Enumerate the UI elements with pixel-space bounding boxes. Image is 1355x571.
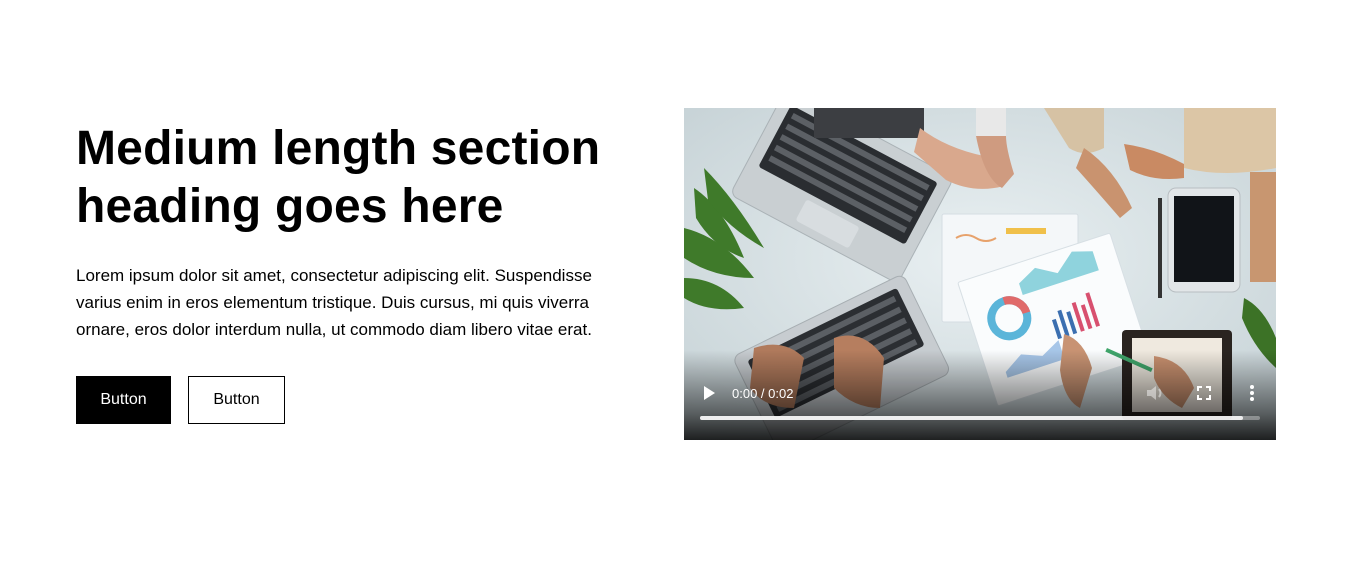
button-group: Button Button: [76, 376, 285, 424]
text-column: Medium length section heading goes here …: [76, 120, 636, 343]
video-player[interactable]: 0:00 / 0:02: [684, 108, 1276, 440]
more-vert-icon[interactable]: [1246, 384, 1258, 402]
fullscreen-icon[interactable]: [1196, 384, 1212, 402]
primary-button[interactable]: Button: [76, 376, 171, 424]
section-body-text: Lorem ipsum dolor sit amet, consectetur …: [76, 266, 592, 339]
play-icon[interactable]: [700, 384, 718, 402]
time-display: 0:00 / 0:02: [732, 385, 794, 401]
progress-fill: [700, 416, 1244, 420]
progress-bar[interactable]: [700, 416, 1260, 420]
section-heading: Medium length section heading goes here: [76, 122, 601, 233]
secondary-button[interactable]: Button: [188, 376, 285, 424]
volume-icon[interactable]: [1146, 384, 1166, 402]
